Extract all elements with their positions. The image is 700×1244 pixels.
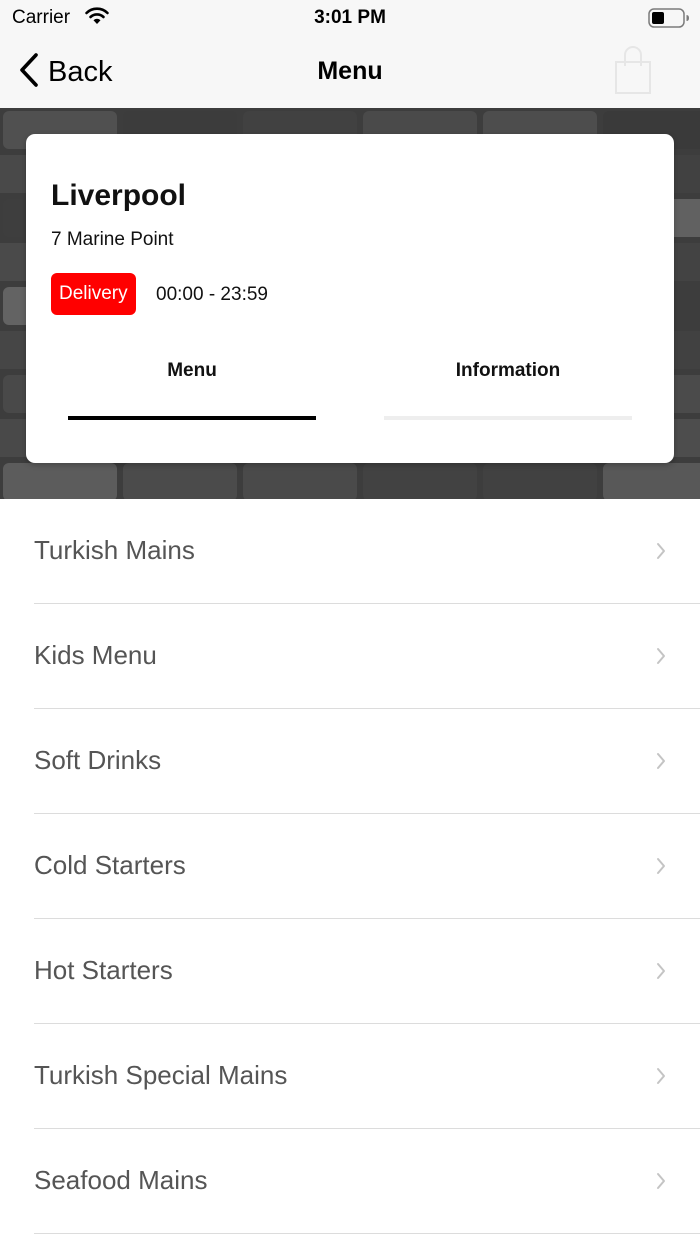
menu-category-hot-starters[interactable]: Hot Starters <box>0 919 700 1024</box>
store-name: Liverpool <box>51 179 187 212</box>
store-address: 7 Marine Point <box>51 229 174 250</box>
store-card: Liverpool 7 Marine Point Delivery 00:00 … <box>26 134 674 463</box>
delivery-badge: Delivery <box>51 273 136 315</box>
menu-category-label: Kids Menu <box>34 640 157 670</box>
brick-texture <box>483 463 597 499</box>
menu-category-label: Soft Drinks <box>34 745 162 775</box>
shopping-bag-icon <box>612 46 654 100</box>
brick-texture <box>123 463 237 499</box>
tab-menu[interactable]: Menu <box>68 354 316 420</box>
status-bar: Carrier 3:01 PM <box>0 0 700 36</box>
chevron-right-icon <box>656 1067 666 1090</box>
tab-menu-label: Menu <box>167 360 217 381</box>
menu-category-cold-starters[interactable]: Cold Starters <box>0 814 700 919</box>
menu-category-list: Turkish Mains Kids Menu Soft Drinks Cold… <box>0 499 700 1234</box>
menu-category-kids-menu[interactable]: Kids Menu <box>0 604 700 709</box>
chevron-right-icon <box>656 752 666 775</box>
page-title: Menu <box>317 57 383 85</box>
cart-button[interactable] <box>612 46 654 96</box>
chevron-right-icon <box>656 962 666 985</box>
tab-information-label: Information <box>455 360 561 381</box>
menu-category-soft-drinks[interactable]: Soft Drinks <box>0 709 700 814</box>
brick-texture <box>363 463 477 499</box>
chevron-right-icon <box>656 542 666 565</box>
menu-category-label: Cold Starters <box>34 850 186 880</box>
chevron-right-icon <box>656 857 666 880</box>
brick-texture <box>3 463 117 499</box>
store-hours: 00:00 - 23:59 <box>156 284 268 305</box>
chevron-right-icon <box>656 1172 666 1195</box>
menu-category-turkish-special-mains[interactable]: Turkish Special Mains <box>0 1024 700 1129</box>
navigation-bar: Back Menu <box>0 36 700 108</box>
menu-category-label: Hot Starters <box>34 955 173 985</box>
brick-texture <box>243 463 357 499</box>
tab-information[interactable]: Information <box>384 354 632 420</box>
menu-category-seafood-mains[interactable]: Seafood Mains <box>0 1129 700 1234</box>
tab-information-indicator <box>384 416 632 420</box>
battery-icon <box>648 8 690 34</box>
menu-category-label: Turkish Special Mains <box>34 1060 288 1090</box>
menu-category-turkish-mains[interactable]: Turkish Mains <box>0 499 700 604</box>
status-time: 3:01 PM <box>314 7 386 28</box>
chevron-right-icon <box>656 647 666 670</box>
menu-category-label: Turkish Mains <box>34 535 195 565</box>
tab-menu-indicator <box>68 416 316 420</box>
menu-category-label: Seafood Mains <box>34 1165 208 1195</box>
brick-texture <box>603 463 700 499</box>
divider <box>34 1233 700 1234</box>
